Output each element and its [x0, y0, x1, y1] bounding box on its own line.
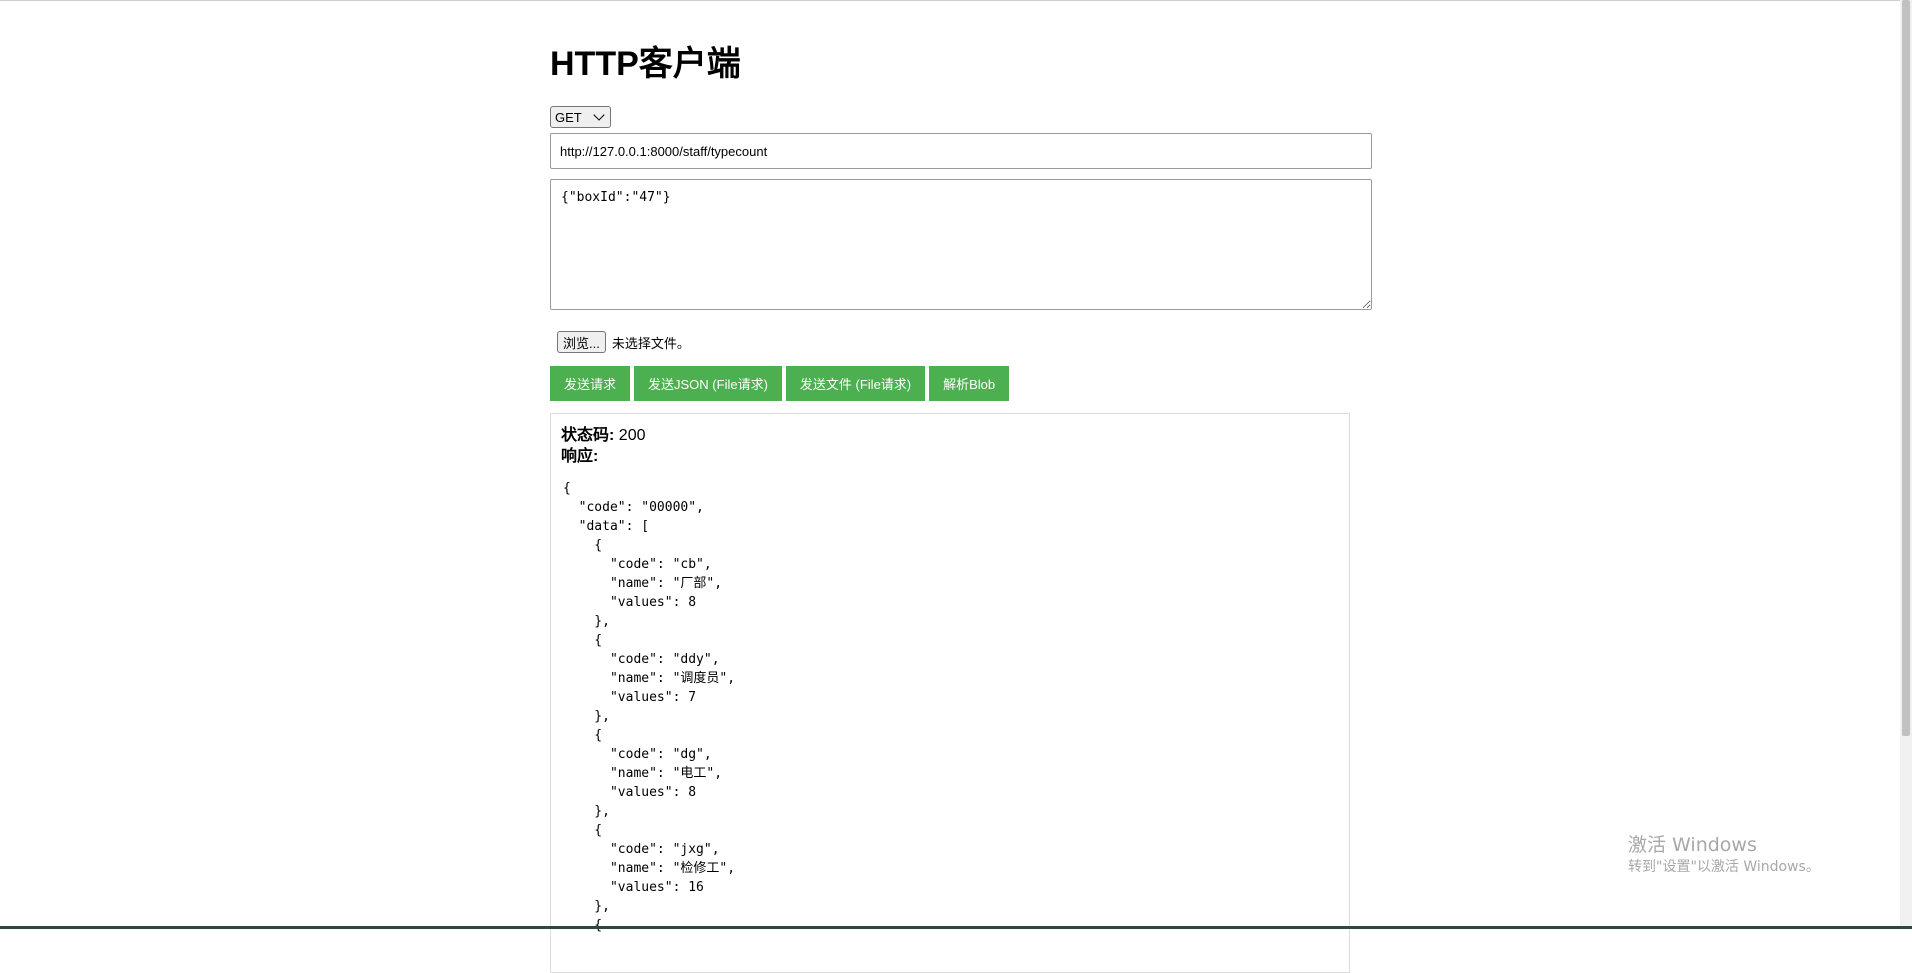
response-body: { "code": "00000", "data": [ { "code": "… — [563, 481, 736, 933]
url-input[interactable] — [550, 133, 1372, 169]
send-request-button[interactable]: 发送请求 — [550, 366, 631, 401]
window-top-border — [0, 0, 1912, 1]
parse-blob-button[interactable]: 解析Blob — [929, 366, 1010, 401]
chevron-down-icon — [593, 109, 605, 121]
method-select[interactable]: GET — [550, 106, 611, 128]
scrollbar-thumb[interactable] — [1902, 0, 1910, 736]
send-json-file-button[interactable]: 发送JSON (File请求) — [634, 366, 782, 401]
file-input: 浏览... 未选择文件。 — [557, 331, 690, 353]
send-file-button[interactable]: 发送文件 (File请求) — [785, 366, 926, 401]
response-label-line: 响应: — [561, 446, 1339, 467]
request-body-textarea[interactable]: {"boxId":"47"} — [550, 179, 1372, 310]
vertical-scrollbar[interactable] — [1900, 0, 1912, 929]
status-code: 200 — [618, 427, 646, 444]
http-client-panel: HTTP客户端 GET {"boxId":"47"} 浏览... 未选择文件。 … — [550, 40, 1372, 973]
file-status-text: 未选择文件。 — [611, 335, 690, 351]
watermark-subtitle: 转到"设置"以激活 Windows。 — [1628, 859, 1820, 875]
action-buttons: 发送请求 发送JSON (File请求) 发送文件 (File请求) 解析Blo… — [550, 366, 1013, 401]
watermark-title: 激活 Windows — [1628, 834, 1757, 856]
response-panel: 状态码: 200 响应: { "code": "00000", "data": … — [550, 413, 1350, 973]
status-label: 状态码: — [561, 427, 615, 444]
browse-button[interactable]: 浏览... — [557, 331, 606, 353]
page-title: HTTP客户端 — [550, 45, 741, 83]
windows-activation-watermark: 激活 Windows 转到"设置"以激活 Windows。 — [1628, 833, 1820, 877]
method-select-value: GET — [555, 109, 582, 125]
response-label: 响应: — [561, 448, 599, 465]
status-line: 状态码: 200 — [561, 425, 1339, 446]
